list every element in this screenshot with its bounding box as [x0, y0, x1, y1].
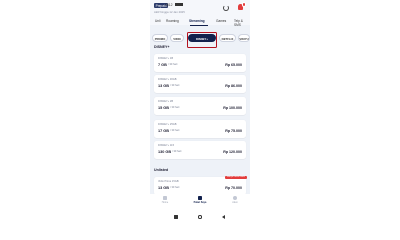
package-name: DISNEY+ 25GB [158, 123, 177, 126]
special-offer-ribbon: Hanya untuk kamu [224, 175, 247, 179]
package-price: Rp 120.000 [223, 149, 242, 154]
bottom-nav: Home Paket Saya Akun [150, 194, 250, 209]
nav-my-package[interactable]: Paket Saya [190, 196, 210, 204]
back-button-icon[interactable] [222, 215, 225, 219]
app-header: Prepaid 0812 Aktif hingga 12 Jan 2025 [150, 0, 250, 18]
header-subtitle: Aktif hingga 12 Jan 2025 [154, 9, 185, 14]
tab-streaming[interactable]: Streaming [189, 19, 205, 23]
refresh-icon[interactable] [223, 5, 229, 11]
package-quota: 7 GB [158, 62, 167, 67]
selected-chip-highlight [187, 32, 217, 48]
package-duration: / 30 hari [172, 150, 182, 154]
package-price: Rp 86.000 [225, 83, 242, 88]
phone-number: 0812 [165, 3, 173, 8]
phone-screen: Prepaid 0812 Aktif hingga 12 Jan 2025 Un… [150, 0, 250, 225]
package-icon [198, 196, 202, 200]
package-duration: / 30 hari [170, 186, 180, 190]
package-name: DISNEY+ 2B [158, 100, 174, 103]
package-card[interactable]: DISNEY+ 30GB 13 GB / 30 hari Rp 86.000 [154, 75, 246, 93]
section-title: DISNEY+ [154, 45, 170, 49]
package-quota: 13 GB [158, 185, 169, 190]
nav-label: Akun [232, 201, 238, 204]
package-duration: / 30 hari [170, 84, 180, 88]
package-card[interactable]: DISNEY+ 115 130 GB / 30 hari Rp 120.000 [154, 141, 246, 159]
tab-roaming[interactable]: Roaming [166, 19, 179, 23]
recents-button-icon[interactable] [174, 215, 178, 219]
package-duration: / 30 hari [170, 106, 180, 110]
package-price: Rp 65.000 [225, 62, 242, 67]
nav-home[interactable]: Home [155, 196, 175, 204]
redacted-number [175, 3, 183, 7]
nav-label: Home [161, 201, 169, 204]
tab-telp-sms[interactable]: Telp & SMS [234, 19, 250, 27]
package-price: Rp 100.000 [223, 105, 242, 110]
package-quota: 13 GB [158, 83, 169, 88]
package-quota: 130 GB [158, 149, 172, 154]
tab-unli[interactable]: Unli [155, 19, 161, 23]
package-duration: / 30 hari [168, 63, 178, 67]
package-name: DISNEY+ 115 [158, 144, 175, 147]
package-price: Rp 75.000 [225, 128, 242, 133]
package-quota: 15 GB [158, 105, 169, 110]
active-tab-indicator [190, 24, 208, 26]
chip-vidio[interactable]: VIDIO [170, 34, 184, 42]
chip-vikiyu[interactable]: VIKIYU [238, 34, 250, 42]
account-icon [233, 196, 237, 200]
tab-games[interactable]: Games [216, 19, 226, 23]
package-name: DISNEY+ 1B [158, 57, 174, 60]
home-button-icon[interactable] [198, 215, 202, 219]
package-quota: 17 GB [158, 128, 169, 133]
nav-label: Paket Saya [193, 201, 207, 204]
package-name: DISNEY+ 30GB [158, 78, 177, 81]
chip-promo[interactable]: PROMO [152, 34, 168, 42]
home-icon [163, 196, 167, 200]
system-nav-bar [150, 209, 250, 225]
package-card[interactable]: DISNEY+ 2B 15 GB / 30 hari Rp 100.000 [154, 97, 246, 115]
package-card[interactable]: DISNEY+ 1B 7 GB / 30 hari Rp 65.000 [154, 54, 246, 72]
chip-netflix[interactable]: NETFLIX [219, 34, 236, 42]
package-price: Rp 70.000 [225, 185, 242, 190]
package-duration: / 30 hari [170, 129, 180, 133]
package-card[interactable]: DISNEY+ 25GB 17 GB / 30 hari Rp 75.000 [154, 120, 246, 138]
package-name: Vidio Prime 15GB [158, 180, 179, 183]
nav-account[interactable]: Akun [225, 196, 245, 204]
section-title-unlisted: Unlisted [154, 168, 169, 172]
package-card-unlisted[interactable]: Hanya untuk kamu Vidio Prime 15GB 13 GB … [154, 175, 247, 195]
notification-dot-icon [241, 2, 247, 7]
